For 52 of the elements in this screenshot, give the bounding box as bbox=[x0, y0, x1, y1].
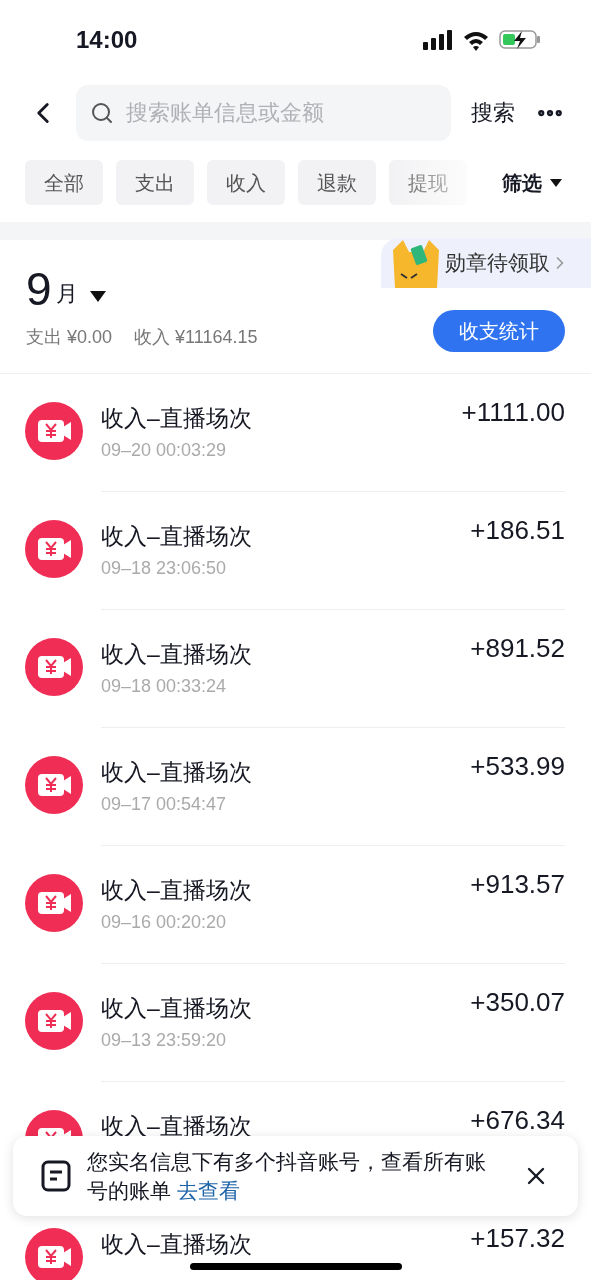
transaction-amount: +913.57 bbox=[470, 870, 565, 898]
caret-icon bbox=[550, 178, 562, 187]
transaction-title: 收入–直播场次 bbox=[101, 404, 252, 433]
transaction-title: 收入–直播场次 bbox=[101, 876, 252, 905]
month-selector[interactable]: 9 月 bbox=[26, 264, 106, 314]
caret-icon bbox=[89, 291, 106, 302]
transaction-time: 09–17 00:54:47 bbox=[101, 793, 227, 816]
transaction-time: 09–18 23:06:50 bbox=[101, 557, 227, 580]
filter-dropdown[interactable]: 筛选 bbox=[502, 167, 562, 198]
transaction-title: 收入–直播场次 bbox=[101, 640, 252, 669]
transaction-title: 收入–直播场次 bbox=[101, 994, 252, 1023]
transaction-amount: +1111.00 bbox=[461, 398, 565, 426]
transaction-title: 收入–直播场次 bbox=[101, 758, 252, 787]
signal-icon bbox=[423, 30, 453, 50]
filter-tab[interactable]: 支出 bbox=[116, 160, 194, 205]
notice-text: 您实名信息下有多个抖音账号，查看所有账号的账单 去查看 bbox=[87, 1149, 486, 1204]
filter-tab[interactable]: 退款 bbox=[298, 160, 376, 205]
promo-banner[interactable]: 勋章待领取 bbox=[381, 238, 591, 288]
transaction-amount: +533.99 bbox=[470, 752, 565, 780]
expense-total: 支出 ¥0.00 bbox=[26, 326, 113, 349]
wifi-icon bbox=[463, 29, 489, 51]
search-button[interactable]: 搜索 bbox=[467, 96, 519, 129]
document-icon bbox=[41, 1160, 71, 1192]
transaction-time: 09–13 23:59:20 bbox=[101, 1029, 227, 1052]
transaction-title: 收入–直播场次 bbox=[101, 522, 252, 551]
promo-text: 勋章待领取 bbox=[445, 250, 550, 277]
transaction-amount: +891.52 bbox=[470, 634, 565, 662]
search-icon bbox=[90, 100, 114, 125]
filter-tab[interactable]: 提现 bbox=[389, 160, 467, 205]
filter-tab[interactable]: 全部 bbox=[25, 160, 103, 205]
video-income-icon bbox=[25, 756, 83, 814]
view-link[interactable]: 去查看 bbox=[176, 1179, 240, 1202]
search-field[interactable]: 搜索账单信息或金额 bbox=[76, 84, 451, 141]
video-income-icon bbox=[25, 638, 83, 696]
video-income-icon bbox=[25, 402, 83, 460]
video-income-icon bbox=[25, 992, 83, 1050]
income-total: 收入 ¥11164.15 bbox=[134, 326, 258, 349]
transaction-amount: +350.07 bbox=[470, 988, 565, 1016]
battery-icon bbox=[499, 30, 541, 50]
status-time: 14:00 bbox=[76, 25, 138, 55]
filter-tab[interactable]: 收入 bbox=[207, 160, 285, 205]
stats-button[interactable]: 收支统计 bbox=[433, 310, 565, 352]
transaction-amount: +157.32 bbox=[470, 1224, 565, 1252]
transaction-title: 收入–直播场次 bbox=[101, 1112, 252, 1141]
transaction-amount: +186.51 bbox=[470, 516, 565, 544]
transaction-amount: +676.34 bbox=[470, 1106, 565, 1134]
video-income-icon bbox=[25, 520, 83, 578]
transaction-time: 09–16 00:20:20 bbox=[101, 911, 227, 934]
video-income-icon bbox=[25, 874, 83, 932]
transaction-title: 收入–直播场次 bbox=[101, 1230, 252, 1259]
transaction-time: 09–18 00:33:24 bbox=[101, 675, 227, 698]
transaction-time: 09–20 00:03:29 bbox=[101, 439, 227, 462]
